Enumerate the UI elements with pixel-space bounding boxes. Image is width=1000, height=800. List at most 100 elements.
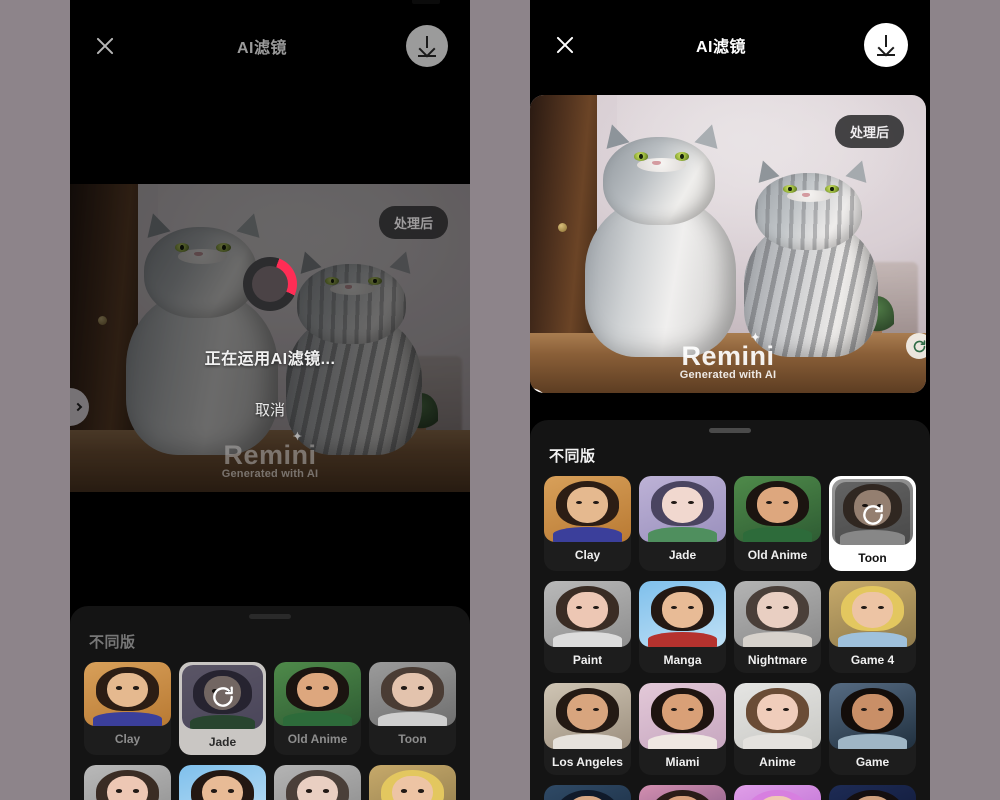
filter-tile[interactable] bbox=[639, 785, 726, 800]
sheet-drag-handle[interactable] bbox=[709, 428, 751, 433]
filter-tile[interactable]: Los Angeles bbox=[544, 683, 631, 775]
filter-tile[interactable] bbox=[84, 765, 171, 800]
download-icon bbox=[876, 34, 896, 56]
filter-tile-label: Old Anime bbox=[747, 548, 808, 562]
filter-tile[interactable]: Jade bbox=[639, 476, 726, 571]
phone-screen-result: AI滤镜 处理后 Remini ✦ Generated with AI 不同版 … bbox=[530, 0, 930, 800]
screenshot-stage: AI滤镜 处理后 Remini ✦ Generated with AI 正在运用… bbox=[0, 0, 1000, 800]
filter-thumbnail bbox=[369, 765, 456, 800]
filter-tile[interactable] bbox=[734, 785, 821, 800]
filter-tile-label: Old Anime bbox=[287, 732, 348, 746]
filter-tile[interactable]: Clay bbox=[544, 476, 631, 571]
close-icon[interactable] bbox=[552, 32, 578, 58]
filter-thumbnail bbox=[639, 476, 726, 542]
filter-thumbnail bbox=[829, 581, 916, 647]
filter-thumbnail bbox=[544, 785, 631, 800]
filter-tile-label: Jade bbox=[208, 735, 237, 749]
filter-tile[interactable]: Jade bbox=[179, 662, 266, 755]
filter-thumbnail bbox=[734, 683, 821, 749]
status-bar bbox=[70, 0, 470, 16]
close-icon[interactable] bbox=[92, 33, 118, 59]
filter-tile-label: Clay bbox=[114, 732, 141, 746]
filter-tile[interactable]: Old Anime bbox=[734, 476, 821, 571]
status-bar-battery-icon bbox=[412, 0, 440, 4]
filter-tile[interactable]: Clay bbox=[84, 662, 171, 755]
filter-thumbnail bbox=[274, 765, 361, 800]
filter-tile-label: Manga bbox=[663, 653, 702, 667]
filter-tile-label: Toon bbox=[858, 551, 887, 565]
refresh-icon bbox=[862, 504, 883, 525]
regenerate-overlay[interactable] bbox=[835, 482, 910, 545]
refresh-icon bbox=[212, 686, 233, 707]
regenerate-button[interactable] bbox=[906, 333, 926, 359]
header-bar: AI滤镜 bbox=[530, 20, 930, 70]
filter-tile[interactable] bbox=[179, 765, 266, 800]
filter-tile[interactable]: Manga bbox=[639, 581, 726, 673]
watermark-brand: Remini bbox=[681, 331, 774, 372]
filter-tile[interactable]: Anime bbox=[734, 683, 821, 775]
filter-grid: Clay Jade Old Anime Toon bbox=[84, 662, 456, 800]
filter-tile[interactable]: Toon bbox=[829, 476, 916, 571]
filter-tile-label: Game bbox=[855, 755, 890, 769]
cancel-button[interactable]: 取消 bbox=[255, 399, 285, 420]
image-preview[interactable]: 处理后 Remini Generated with AI 正在运用AI滤镜...… bbox=[70, 184, 470, 492]
filter-thumbnail bbox=[274, 662, 361, 726]
filter-thumbnail bbox=[829, 683, 916, 749]
filter-thumbnail bbox=[182, 665, 263, 729]
download-icon bbox=[417, 35, 437, 57]
filter-sheet: 不同版 Clay Jade Old Anime Toon Paint Manga Night… bbox=[530, 420, 930, 800]
filter-thumbnail bbox=[734, 785, 821, 800]
filter-tile[interactable]: Toon bbox=[369, 662, 456, 755]
filter-thumbnail bbox=[369, 662, 456, 726]
header-bar: AI滤镜 bbox=[70, 22, 470, 70]
filter-tile[interactable]: Miami bbox=[639, 683, 726, 775]
filter-tile[interactable]: Paint bbox=[544, 581, 631, 673]
filter-tile[interactable] bbox=[369, 765, 456, 800]
filter-thumbnail bbox=[734, 476, 821, 542]
filter-tile[interactable]: Game 4 bbox=[829, 581, 916, 673]
status-badge: 处理后 bbox=[834, 115, 904, 148]
filter-thumbnail bbox=[544, 683, 631, 749]
filter-tile-label: Clay bbox=[574, 548, 601, 562]
filter-thumbnail bbox=[639, 785, 726, 800]
filter-thumbnail bbox=[544, 476, 631, 542]
sheet-title: 不同版 bbox=[89, 634, 136, 651]
filter-tile-label: Anime bbox=[759, 755, 796, 769]
sheet-drag-handle[interactable] bbox=[249, 614, 291, 619]
filter-tile-label: Jade bbox=[668, 548, 697, 562]
filter-thumbnail bbox=[832, 479, 913, 545]
filter-tile-label: Miami bbox=[665, 755, 700, 769]
filter-thumbnail bbox=[544, 581, 631, 647]
loading-spinner bbox=[243, 256, 297, 311]
filter-tile[interactable] bbox=[829, 785, 916, 800]
processing-status-text: 正在运用AI滤镜... bbox=[204, 350, 336, 368]
regenerate-overlay[interactable] bbox=[182, 665, 263, 729]
phone-screen-processing: AI滤镜 处理后 Remini ✦ Generated with AI 正在运用… bbox=[70, 0, 470, 800]
filter-tile-label: Paint bbox=[572, 653, 603, 667]
refresh-icon bbox=[913, 339, 925, 352]
image-preview[interactable]: 处理后 Remini Generated with AI bbox=[530, 95, 926, 393]
filter-tile-label: Game 4 bbox=[850, 653, 895, 667]
filter-thumbnail bbox=[84, 765, 171, 800]
filter-tile[interactable]: Nightmare bbox=[734, 581, 821, 673]
watermark: Remini Generated with AI bbox=[530, 331, 926, 381]
processing-overlay: 正在运用AI滤镜... 取消 bbox=[70, 184, 470, 492]
sheet-title: 不同版 bbox=[549, 448, 596, 465]
filter-tile[interactable]: Game bbox=[829, 683, 916, 775]
filter-sheet: 不同版 Clay Jade Old Anime Toon bbox=[70, 606, 470, 800]
filter-tile-label: Toon bbox=[398, 732, 427, 746]
filter-thumbnail bbox=[639, 581, 726, 647]
filter-tile[interactable] bbox=[544, 785, 631, 800]
download-button[interactable] bbox=[864, 23, 908, 67]
filter-tile[interactable] bbox=[274, 765, 361, 800]
filter-thumbnail bbox=[179, 765, 266, 800]
filter-grid: Clay Jade Old Anime Toon Paint Manga Nightmare… bbox=[544, 476, 916, 800]
page-title: AI滤镜 bbox=[695, 39, 746, 56]
filter-tile-label: Nightmare bbox=[747, 653, 808, 667]
filter-thumbnail bbox=[639, 683, 726, 749]
filter-tile[interactable]: Old Anime bbox=[274, 662, 361, 755]
download-button[interactable] bbox=[406, 25, 448, 67]
filter-thumbnail bbox=[84, 662, 171, 726]
page-title: AI滤镜 bbox=[236, 40, 287, 57]
filter-thumbnail bbox=[734, 581, 821, 647]
